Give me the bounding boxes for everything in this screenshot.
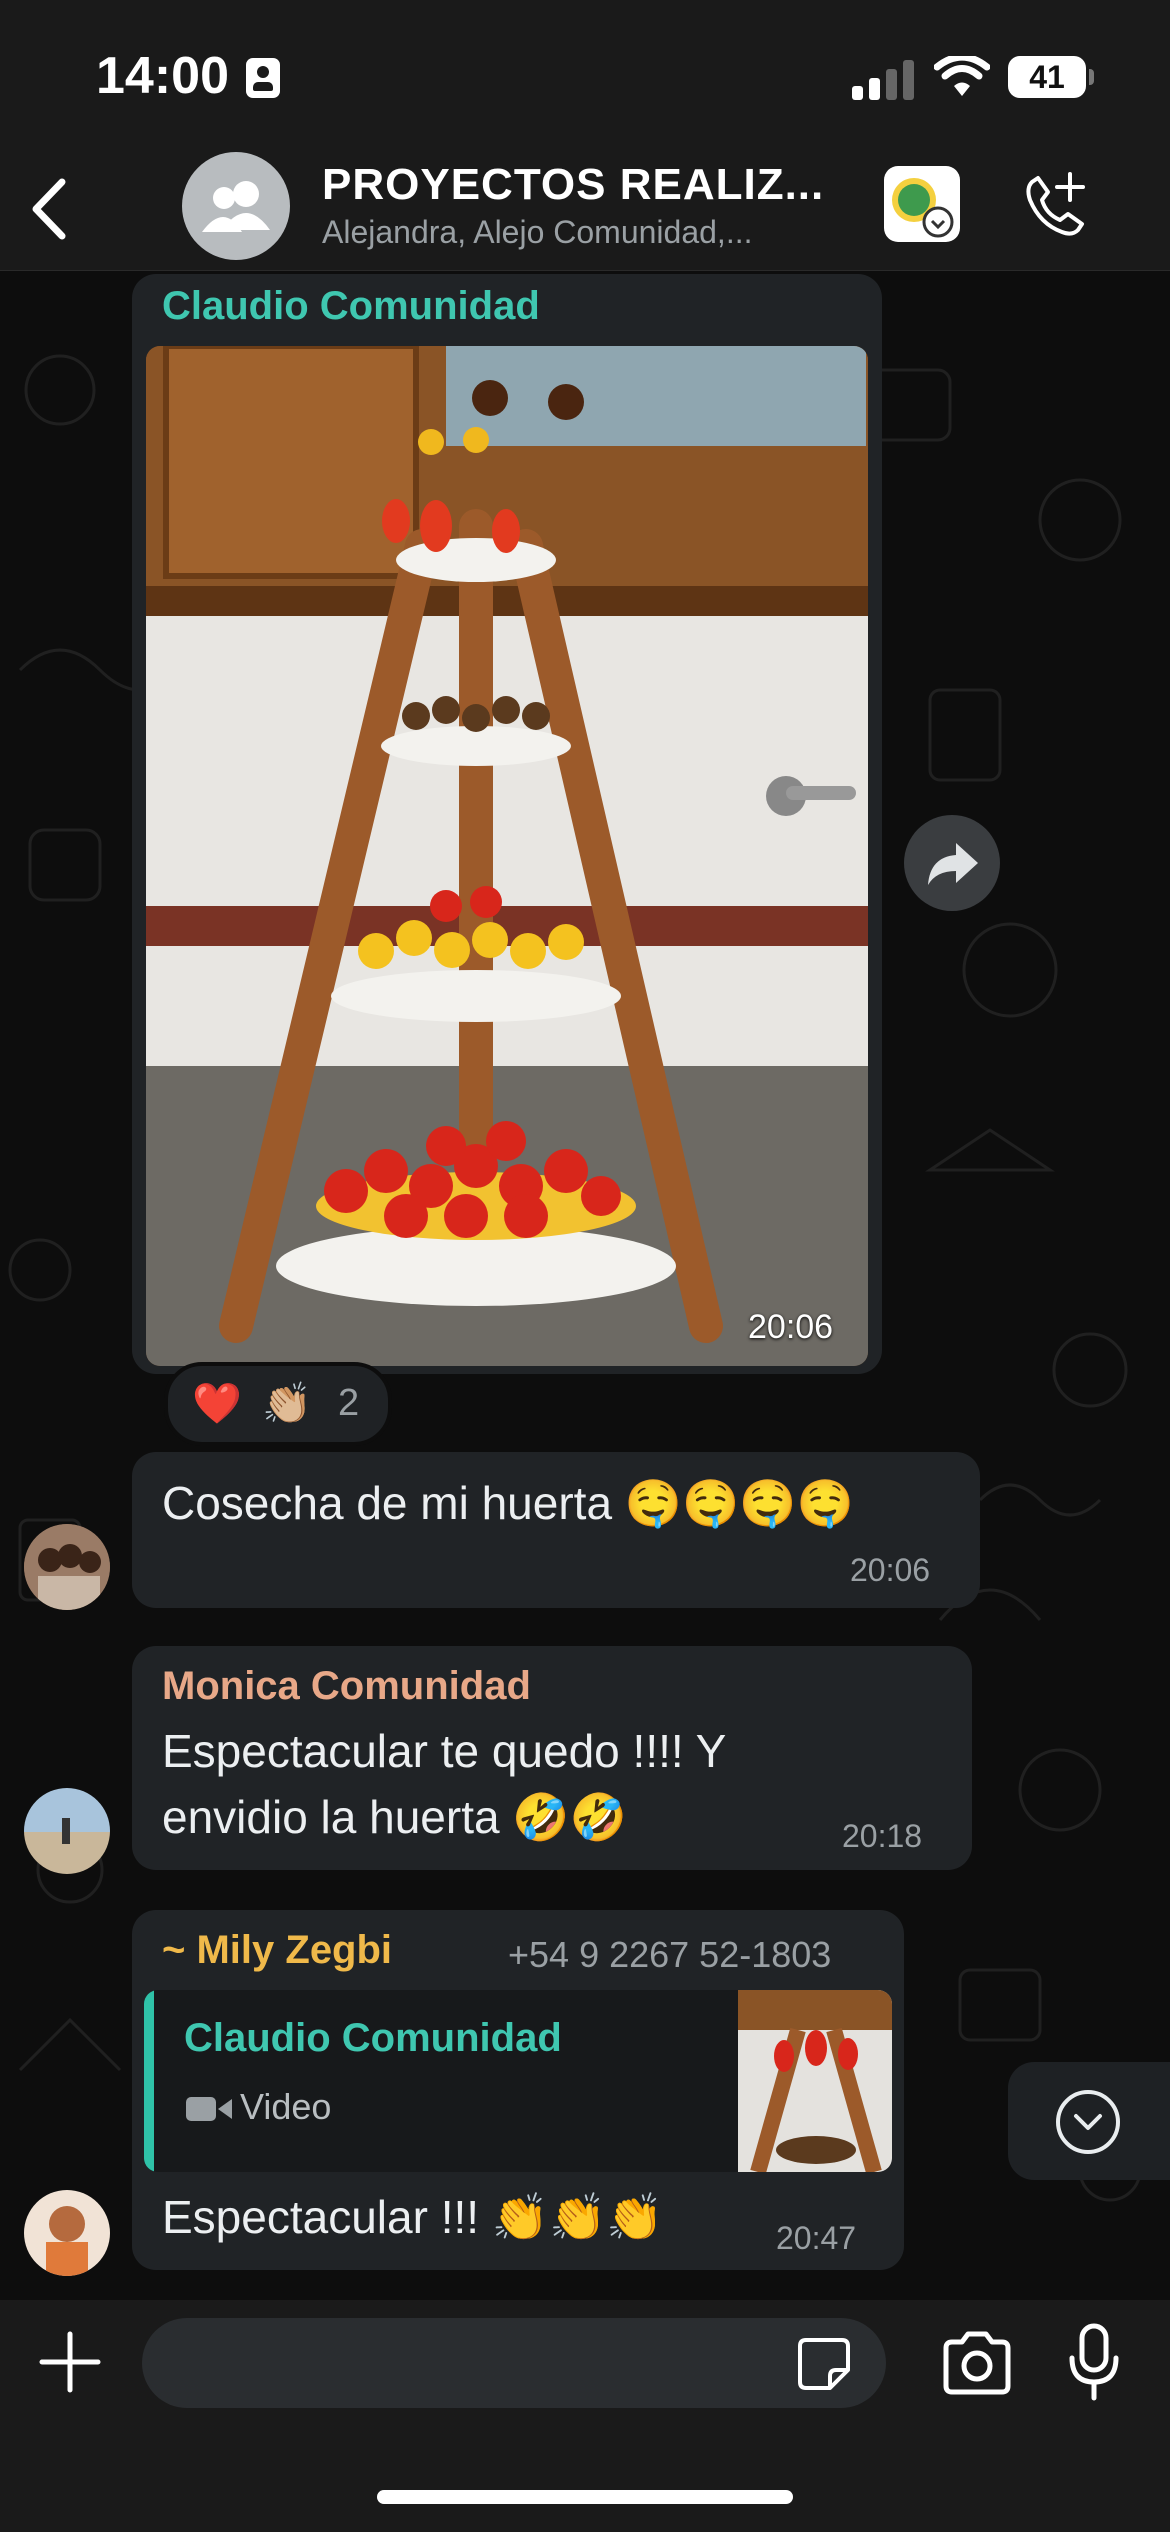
message-text: Cosecha de mi huerta 🤤🤤🤤🤤 [162,1477,854,1529]
scroll-down-icon [1056,2090,1120,2154]
clap-reaction: 👏🏼 [262,1382,312,1426]
message-sender[interactable]: ~ Mily Zegbi [162,1928,392,1973]
forward-button[interactable] [904,815,1000,911]
message-time: 20:06 [850,1552,931,1588]
status-time: 14:00 [96,47,229,105]
sticker-icon[interactable] [884,166,960,242]
wifi-icon [934,56,990,96]
chat-participants[interactable]: Alejandra, Alejo Comunidad,... [322,214,752,251]
group-avatar[interactable] [182,152,290,260]
message-input[interactable] [142,2318,886,2408]
plus-icon[interactable] [38,2330,102,2394]
mic-icon[interactable] [1068,2322,1120,2402]
message-time: 20:06 [748,1308,834,1346]
cellular-signal-icon [852,58,914,100]
avatar[interactable] [24,1788,110,1874]
sender-phone: +54 9 2267 52-1803 [508,1934,832,1975]
message-time: 20:18 [842,1818,923,1854]
message-text: Espectacular !!! 👏👏👏 [162,2191,664,2243]
scroll-down-button[interactable] [1008,2062,1170,2180]
home-indicator [377,2490,793,2504]
contact-card-icon [246,58,280,98]
quoted-thumbnail [738,1990,892,2172]
add-call-icon[interactable] [1018,168,1092,242]
heart-reaction: ❤️ [192,1382,242,1426]
reactions-pill[interactable]: ❤️ 👏🏼 2 [164,1362,392,1446]
message-text-line: Espectacular te quedo !!!! Y [162,1725,727,1777]
quoted-kind: Video [240,2086,332,2127]
video-icon [186,2097,232,2121]
message-sender: Claudio Comunidad [162,284,540,328]
battery-indicator: 41 [1008,56,1094,98]
quoted-message[interactable]: Claudio Comunidad Video [144,1990,892,2172]
reaction-count: 2 [338,1382,360,1424]
tomato-tray-photo[interactable] [146,346,868,1366]
sticker-icon[interactable] [796,2336,852,2392]
camera-icon[interactable] [940,2330,1014,2396]
quote-accent-bar [144,1990,154,2172]
avatar[interactable] [24,1524,110,1610]
back-chevron-icon[interactable] [22,174,82,244]
status-bar: 14:00 41 [0,0,1170,150]
quoted-sender: Claudio Comunidad [184,2016,562,2060]
message-text-line: envidio la huerta 🤣🤣 [162,1791,627,1843]
group-avatar-icon [202,181,270,232]
forward-icon [928,843,978,885]
chat-title[interactable]: PROYECTOS REALIZ... [322,160,824,210]
message-time: 20:47 [776,2220,857,2256]
avatar[interactable] [24,2190,110,2276]
message-sender: Monica Comunidad [162,1664,531,1708]
